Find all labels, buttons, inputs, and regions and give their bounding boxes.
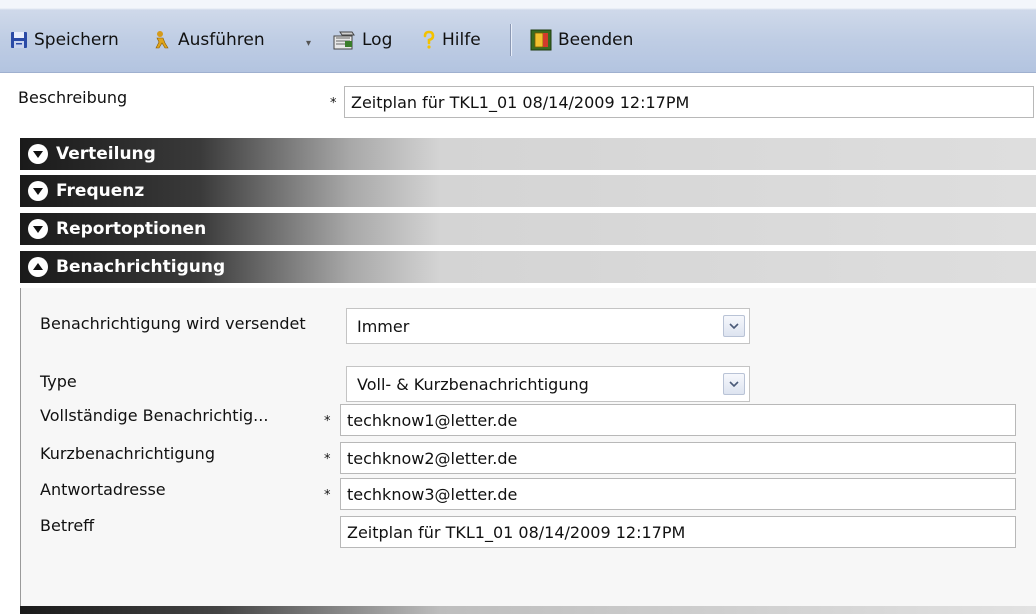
section-title: Benachrichtigung (56, 257, 226, 277)
floppy-disk-icon (11, 32, 27, 48)
type-label: Type (40, 372, 77, 391)
help-button[interactable]: Hilfe (422, 26, 481, 54)
help-label: Hilfe (442, 30, 481, 50)
notification-sent-value: Immer (357, 316, 410, 336)
save-button[interactable]: Speichern (10, 26, 119, 54)
chevron-down-icon[interactable] (723, 373, 745, 395)
save-label: Speichern (34, 30, 119, 50)
description-label: Beschreibung (18, 88, 128, 107)
notification-sent-select[interactable]: Immer (346, 308, 750, 344)
description-input[interactable]: Zeitplan für TKL1_01 08/14/2009 12:17PM (344, 86, 1034, 118)
section-title: Verteilung (56, 144, 156, 164)
run-person-icon (155, 31, 169, 49)
subject-input[interactable]: Zeitplan für TKL1_01 08/14/2009 12:17PM (340, 516, 1016, 548)
log-button[interactable]: Log (332, 26, 392, 54)
run-label: Ausführen (178, 30, 265, 50)
toolbar-separator (510, 24, 511, 56)
full-notification-required-mark: * (324, 414, 331, 429)
description-required-mark: * (330, 96, 337, 111)
panel-bottom-bar (20, 606, 1036, 614)
section-reportoptionen[interactable]: Reportoptionen (20, 213, 1036, 247)
section-title: Reportoptionen (56, 219, 207, 239)
reply-address-label: Antwortadresse (40, 480, 166, 499)
reply-address-input[interactable]: techknow3@letter.de (340, 478, 1016, 510)
toolbar: Speichern Ausführen ▾ Log Hilfe Beenden (0, 0, 1036, 73)
subject-label: Betreff (40, 516, 95, 535)
section-verteilung[interactable]: Verteilung (20, 138, 1036, 172)
expand-arrow-icon (28, 181, 48, 201)
run-button[interactable]: Ausführen (152, 26, 265, 54)
notification-sent-label: Benachrichtigung wird versendet (40, 314, 306, 333)
short-notification-input[interactable]: techknow2@letter.de (340, 442, 1016, 474)
expand-arrow-icon (28, 144, 48, 164)
type-select[interactable]: Voll- & Kurzbenachrichtigung (346, 366, 750, 402)
short-notification-label: Kurzbenachrichtigung (40, 444, 215, 463)
chevron-down-icon[interactable] (723, 315, 745, 337)
expand-arrow-icon (28, 219, 48, 239)
full-notification-input[interactable]: techknow1@letter.de (340, 404, 1016, 436)
type-value: Voll- & Kurzbenachrichtigung (357, 374, 589, 394)
full-notification-label: Vollständige Benachrichtig... (40, 406, 269, 425)
log-icon (333, 31, 355, 50)
collapse-arrow-icon (28, 257, 48, 277)
section-title: Frequenz (56, 181, 145, 201)
quit-label: Beenden (558, 30, 634, 50)
section-frequenz[interactable]: Frequenz (20, 175, 1036, 209)
short-notification-required-mark: * (324, 452, 331, 467)
run-dropdown-chevron-icon[interactable]: ▾ (306, 38, 311, 49)
reply-address-required-mark: * (324, 488, 331, 503)
log-label: Log (362, 30, 393, 50)
section-benachrichtigung[interactable]: Benachrichtigung (20, 251, 1036, 285)
quit-button[interactable]: Beenden (530, 26, 633, 54)
help-question-icon (423, 30, 435, 49)
exit-door-icon (530, 29, 552, 51)
